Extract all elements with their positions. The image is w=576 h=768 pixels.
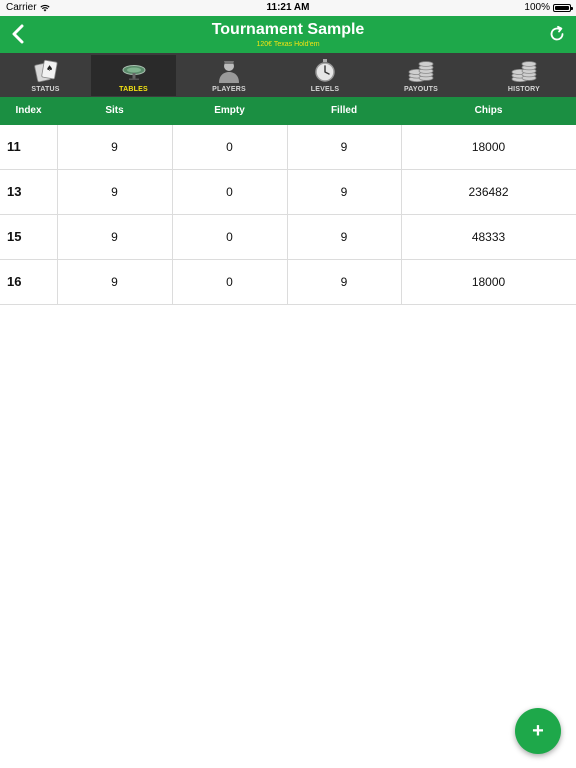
- tab-players[interactable]: PLAYERS: [185, 55, 273, 96]
- table-row[interactable]: 16 9 0 9 18000: [0, 260, 576, 305]
- tab-payouts[interactable]: PAYOUTS: [377, 55, 465, 96]
- cell-empty: 0: [172, 215, 288, 259]
- tab-label: PLAYERS: [212, 86, 246, 93]
- status-bar: Carrier 11:21 AM 100%: [0, 0, 576, 16]
- cell-chips: 18000: [471, 275, 506, 289]
- cell-filled: 9: [287, 170, 402, 214]
- cell-chips: 48333: [471, 230, 506, 244]
- table-row[interactable]: 11 9 0 9 18000: [0, 125, 576, 170]
- cell-empty: 0: [172, 125, 288, 169]
- page-subtitle: 120€ Texas Hold'em: [256, 41, 320, 48]
- tab-label: PAYOUTS: [403, 86, 439, 93]
- clock: 11:21 AM: [266, 2, 310, 13]
- chip-stack-icon: [509, 57, 539, 85]
- tab-label: STATUS: [31, 86, 60, 93]
- playing-cards-icon: ♠: [31, 57, 61, 85]
- player-silhouette-icon: [214, 57, 244, 85]
- cell-index: 16: [0, 260, 58, 304]
- cell-filled: 9: [287, 260, 402, 304]
- cell-index: 15: [0, 215, 58, 259]
- column-header-chips: Chips: [474, 105, 503, 116]
- svg-text:♠: ♠: [46, 64, 53, 73]
- column-header-filled: Filled: [330, 105, 358, 116]
- tab-label: LEVELS: [310, 86, 340, 93]
- title-bar: Tournament Sample 120€ Texas Hold'em: [0, 16, 576, 53]
- chip-stack-icon: [406, 57, 436, 85]
- cell-filled: 9: [287, 215, 402, 259]
- table-header: Index Sits Empty Filled Chips: [0, 97, 576, 125]
- column-header-empty: Empty: [214, 105, 245, 116]
- cell-sits: 9: [57, 125, 173, 169]
- table-row[interactable]: 15 9 0 9 48333: [0, 215, 576, 260]
- poker-table-icon: [119, 57, 149, 85]
- column-header-sits: Sits: [105, 105, 124, 116]
- cell-index: 13: [0, 170, 58, 214]
- battery-icon: [553, 3, 573, 12]
- tab-levels[interactable]: LEVELS: [282, 55, 368, 96]
- cell-chips: 236482: [468, 185, 509, 199]
- page-title: Tournament Sample: [211, 21, 365, 38]
- battery-percent: 100%: [524, 2, 550, 13]
- tab-label: TABLES: [119, 86, 148, 93]
- battery-info: 100%: [524, 2, 573, 13]
- tab-tables[interactable]: TABLES: [91, 55, 176, 96]
- tab-status[interactable]: ♠ STATUS: [0, 55, 91, 96]
- table-row[interactable]: 13 9 0 9 236482: [0, 170, 576, 215]
- cell-filled: 9: [287, 125, 402, 169]
- tab-history[interactable]: HISTORY: [480, 55, 568, 96]
- refresh-button[interactable]: [544, 21, 570, 47]
- column-header-index: Index: [15, 105, 42, 116]
- tab-bar: ♠ STATUS TABLES PLAYERS LEVELS PAYOUTS H…: [0, 53, 576, 97]
- timer-clock-icon: [310, 57, 340, 85]
- cell-empty: 0: [172, 260, 288, 304]
- refresh-icon: [550, 25, 564, 41]
- cell-sits: 9: [57, 215, 173, 259]
- tables-list: 11 9 0 9 18000 13 9 0 9 236482 15 9 0 9 …: [0, 125, 576, 305]
- cell-sits: 9: [57, 170, 173, 214]
- cell-chips: 18000: [471, 140, 506, 154]
- tab-label: HISTORY: [507, 86, 541, 93]
- cell-index: 11: [0, 125, 58, 169]
- cell-empty: 0: [172, 170, 288, 214]
- add-button[interactable]: +: [515, 708, 561, 754]
- cell-sits: 9: [57, 260, 173, 304]
